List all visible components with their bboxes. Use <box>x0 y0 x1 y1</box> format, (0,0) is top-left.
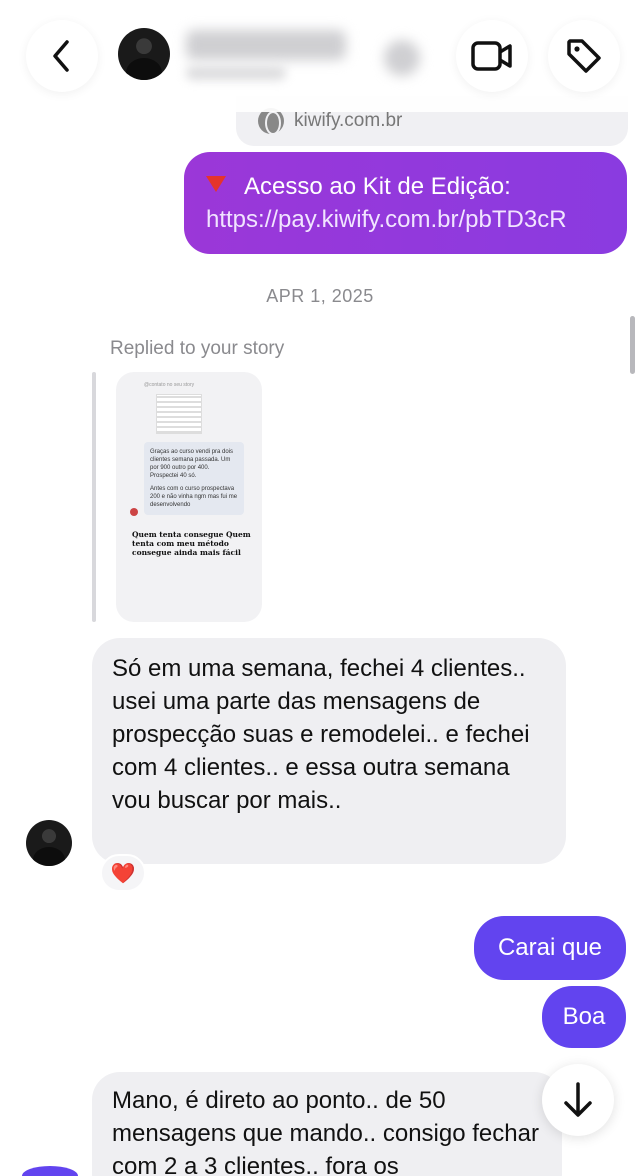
red-triangle-icon <box>206 176 226 192</box>
sent-message[interactable]: Carai que <box>474 916 626 980</box>
chevron-left-icon <box>53 40 69 72</box>
sent-message-link[interactable]: Acesso ao Kit de Edição: https://pay.kiw… <box>184 152 627 254</box>
story-preview[interactable]: @contato no seu story Graças ao curso ve… <box>116 372 262 622</box>
story-card-paragraph: Graças ao curso vendi pra dois clientes … <box>150 449 234 479</box>
story-thumbnail <box>156 394 202 434</box>
heart-reaction[interactable]: ❤️ <box>100 854 146 892</box>
contact-subtitle-blurred <box>186 66 286 80</box>
chat-header <box>0 0 640 112</box>
message-text-line1: Acesso ao Kit de Edição: <box>244 173 511 200</box>
scrollbar[interactable] <box>630 316 635 374</box>
contact-name[interactable] <box>186 30 346 60</box>
arrow-down-icon <box>564 1082 592 1117</box>
blurred-badge <box>384 40 420 76</box>
sender-avatar[interactable] <box>26 820 72 866</box>
reply-indicator-bar <box>92 372 96 622</box>
story-card-paragraph: Antes com o curso prospectava 200 e não … <box>150 486 238 508</box>
tag-button[interactable] <box>548 20 620 92</box>
contact-avatar[interactable] <box>118 28 170 80</box>
story-reply-label: Replied to your story <box>110 338 285 359</box>
video-camera-icon <box>471 41 512 71</box>
composer-button-peek[interactable] <box>22 1166 78 1176</box>
sent-message[interactable]: Boa <box>542 986 626 1048</box>
back-button[interactable] <box>26 20 98 92</box>
story-quote-card: Graças ao curso vendi pra dois clientes … <box>144 442 244 515</box>
story-caption: Quem tenta consegue Quem tenta com meu m… <box>132 530 251 557</box>
story-top-text: @contato no seu story <box>144 382 195 388</box>
link-preview-domain: kiwify.com.br <box>294 110 403 131</box>
scroll-to-bottom-button[interactable] <box>542 1064 614 1136</box>
video-call-button[interactable] <box>456 20 528 92</box>
date-divider: APR 1, 2025 <box>266 286 374 306</box>
tag-icon <box>567 39 601 73</box>
story-mini-avatar <box>130 508 138 516</box>
message-link-url[interactable]: https://pay.kiwify.com.br/pbTD3cR <box>206 203 605 236</box>
received-message[interactable]: Mano, é direto ao ponto.. de 50 mensagen… <box>92 1072 562 1176</box>
received-message[interactable]: Só em uma semana, fechei 4 clientes.. us… <box>92 638 566 864</box>
